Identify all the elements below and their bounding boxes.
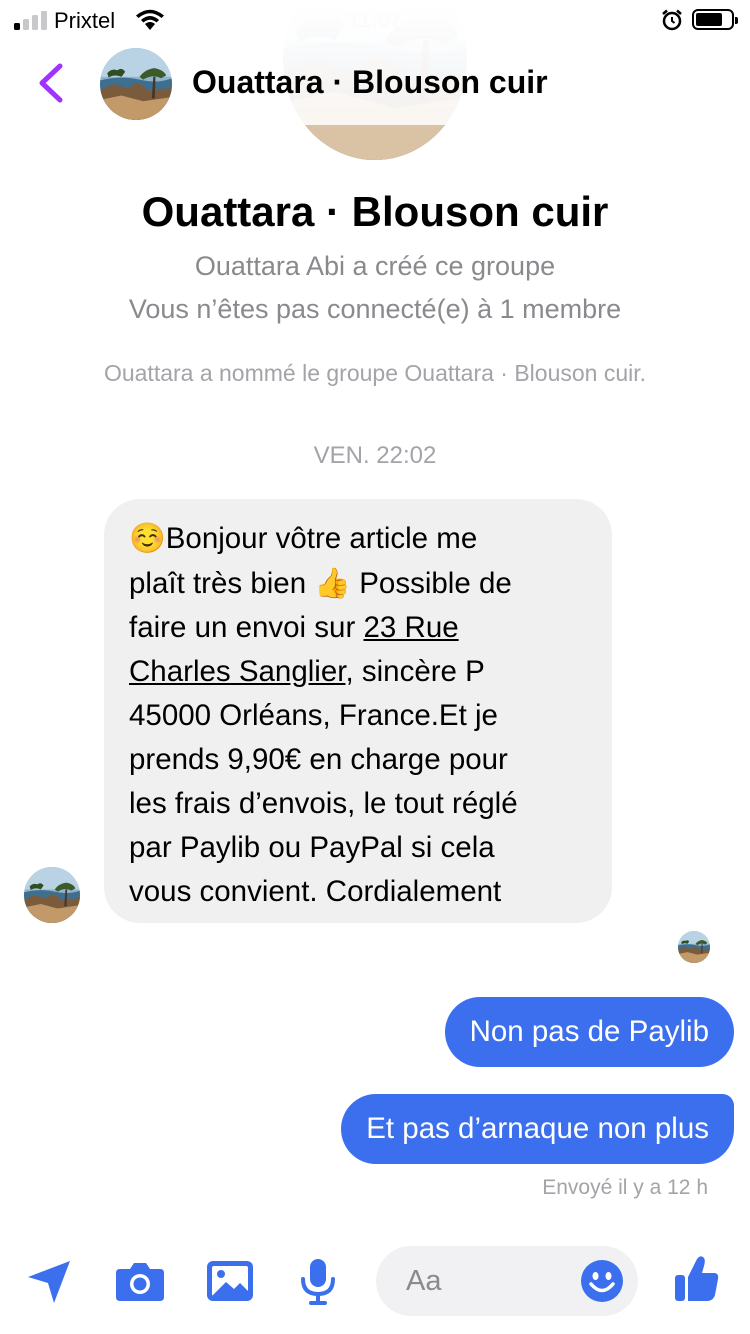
sender-avatar[interactable] xyxy=(24,867,80,923)
sent-status: Envoyé il y a 12 h xyxy=(542,1176,708,1199)
outgoing-message-bubble[interactable]: Non pas de Paylib xyxy=(444,997,734,1067)
message-line: vous convient. Cordialement xyxy=(129,875,502,908)
alarm-clock-icon xyxy=(662,9,682,31)
smiling-face-emoji: ☺️ xyxy=(129,521,166,555)
message-line: 45000 Orléans, France.Et je xyxy=(129,699,498,732)
message-timestamp: VEN. 22:02 xyxy=(313,442,437,469)
message-line: prends 9,90€ en charge pour xyxy=(129,743,508,776)
thumbs-up-emoji: 👍 xyxy=(314,566,352,600)
back-chevron-icon[interactable] xyxy=(32,60,68,106)
message-input[interactable] xyxy=(406,1246,566,1316)
battery-icon xyxy=(692,9,738,30)
rename-event: Ouattara a nommé le groupe Ouattara · Bl… xyxy=(103,360,647,386)
address-link[interactable]: 23 Rue xyxy=(364,611,459,644)
group-name: Ouattara · Blouson cuir xyxy=(141,188,609,235)
message-line: Charles Sanglier, sincère P xyxy=(129,655,485,688)
group-created-by: Ouattara Abi a créé ce groupe xyxy=(194,251,556,281)
image-icon[interactable] xyxy=(204,1255,256,1307)
message-composer[interactable] xyxy=(376,1246,638,1316)
outgoing-message-bubble[interactable]: Et pas d’arnaque non plus xyxy=(341,1094,734,1164)
emoji-smile-icon[interactable] xyxy=(580,1259,624,1303)
incoming-message-bubble[interactable]: ☺️Bonjour vôtre article me plaît très bi… xyxy=(104,499,612,923)
microphone-icon[interactable] xyxy=(292,1255,344,1307)
conversation-title[interactable]: Ouattara · Blouson cuir xyxy=(192,64,548,101)
location-arrow-icon[interactable] xyxy=(24,1255,76,1307)
connection-status: Vous n’êtes pas connecté(e) à 1 membre xyxy=(128,294,622,324)
thumbs-up-icon[interactable] xyxy=(672,1253,722,1305)
message-line: les frais d’envois, le tout réglé xyxy=(129,787,518,820)
message-line: plaît très bien 👍 Possible de xyxy=(129,566,512,600)
message-line: ☺️Bonjour vôtre article me xyxy=(129,521,478,555)
message-line: par Paylib ou PayPal si cela xyxy=(129,831,495,864)
message-line: faire un envoi sur 23 Rue xyxy=(129,611,459,644)
address-link[interactable]: Charles Sanglier xyxy=(129,655,345,688)
camera-icon[interactable] xyxy=(114,1255,166,1307)
header-avatar[interactable] xyxy=(100,48,172,120)
seen-indicator-avatar xyxy=(678,931,710,963)
